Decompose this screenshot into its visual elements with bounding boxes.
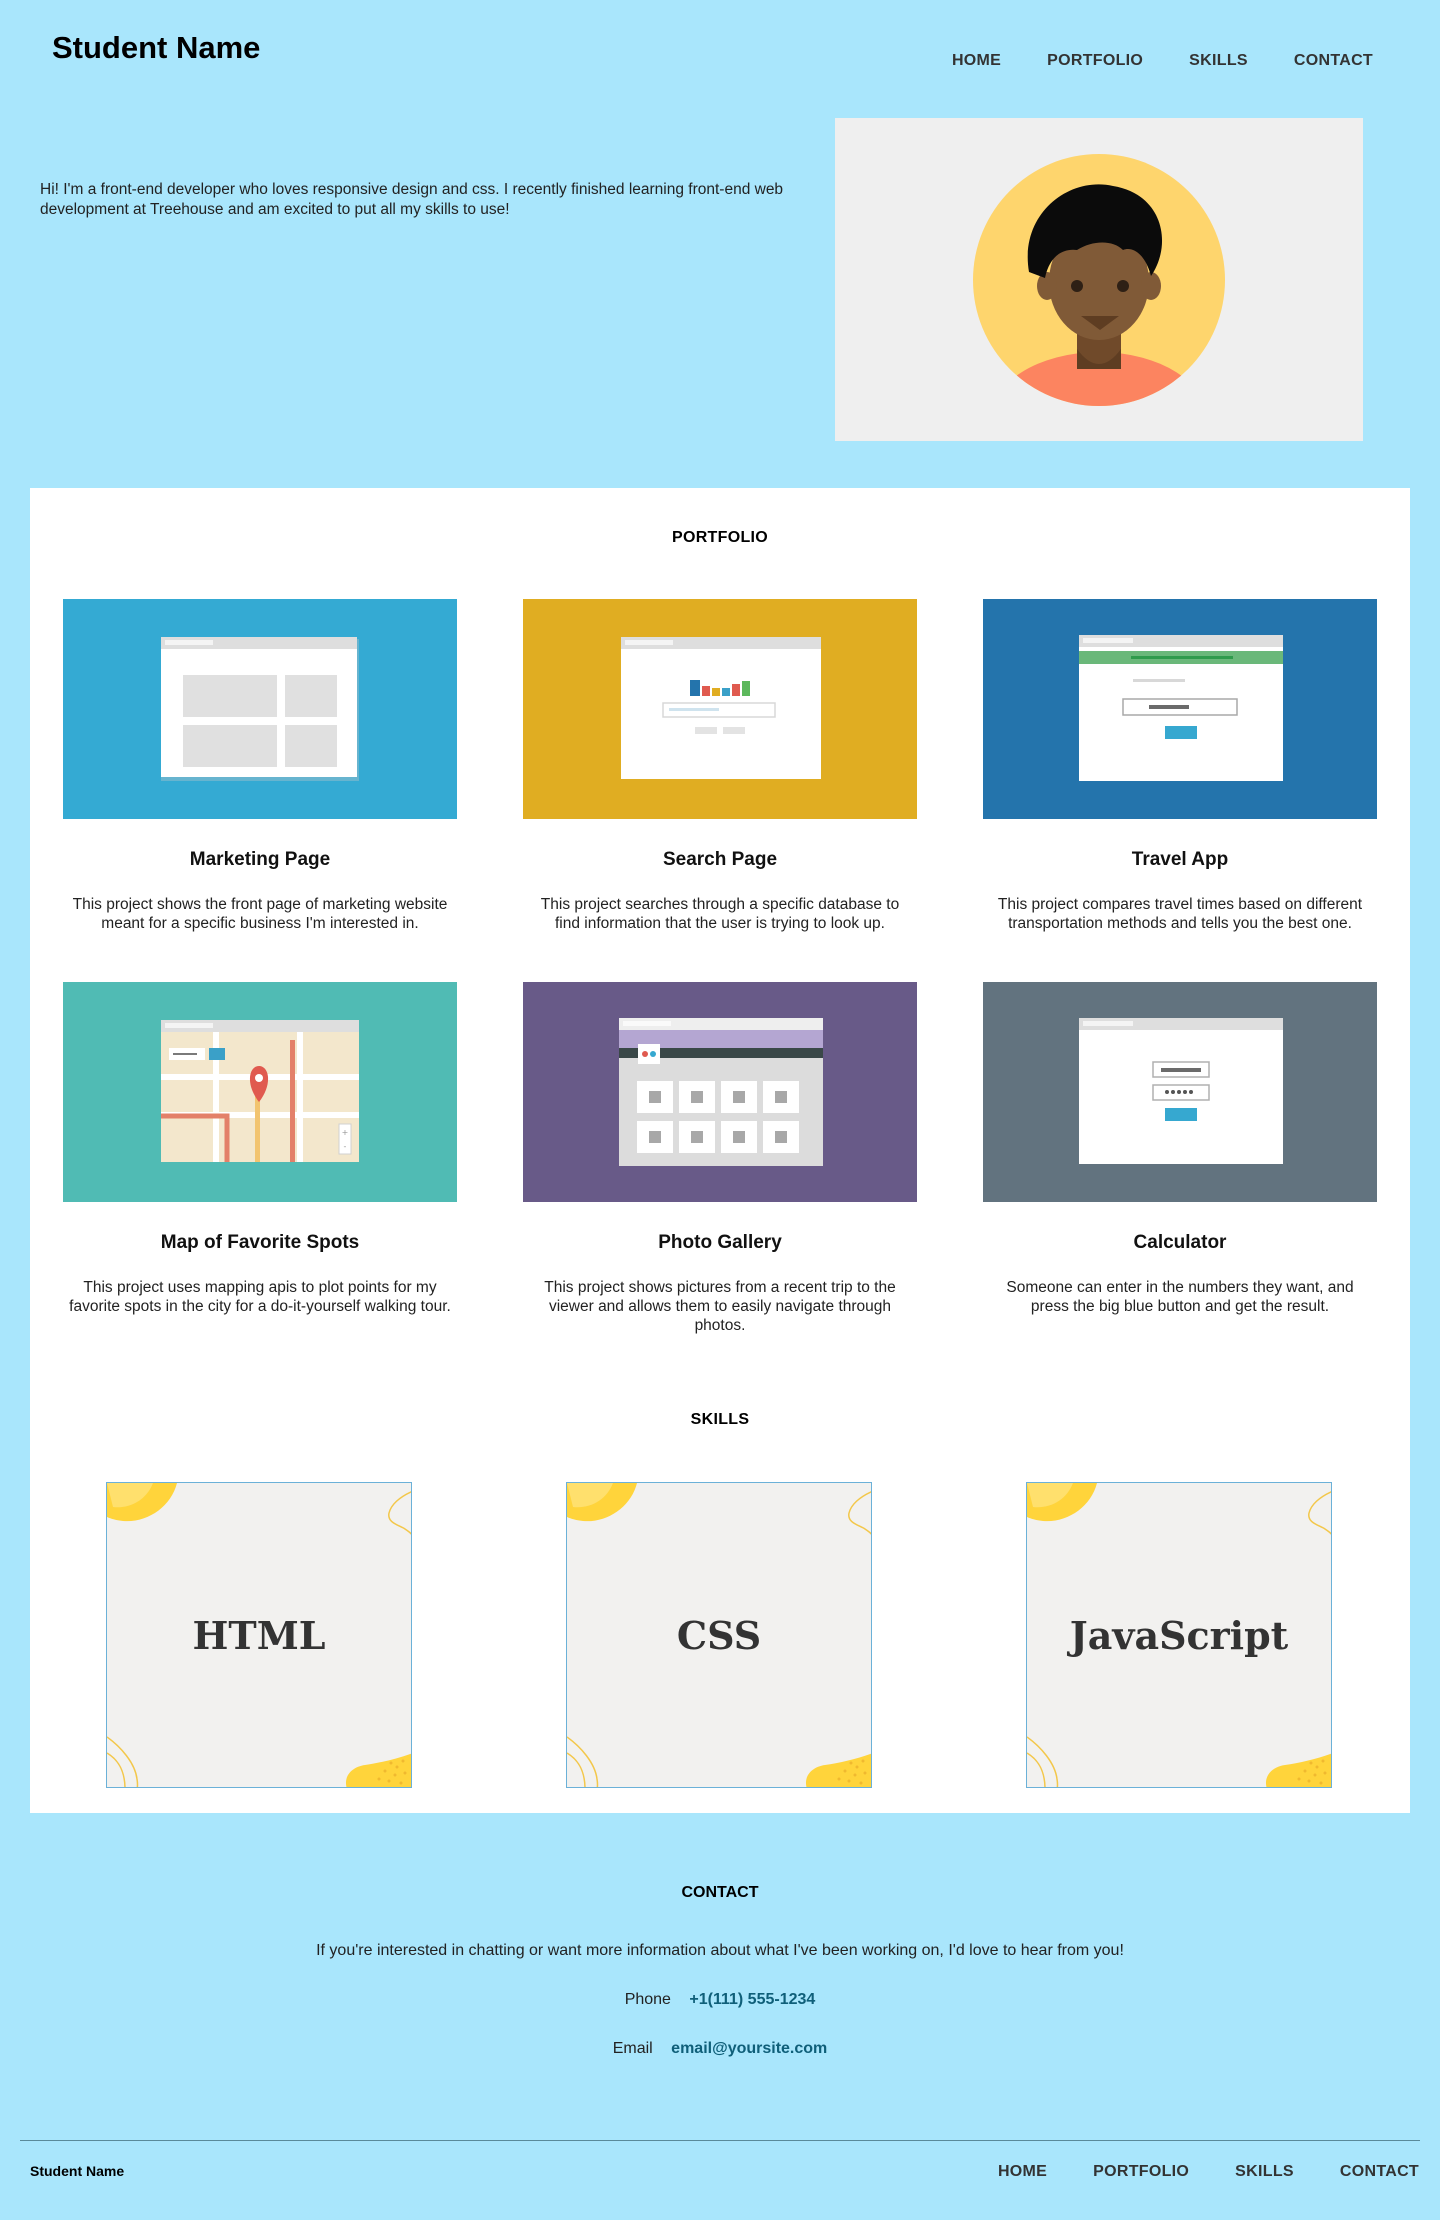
nav-portfolio-link[interactable]: PORTFOLIO — [1047, 52, 1143, 70]
project-card[interactable]: Travel App This project compares travel … — [983, 599, 1377, 933]
skill-label: HTML — [192, 1612, 326, 1658]
contact-text: If you're interested in chatting or want… — [316, 1942, 1124, 1959]
skill-label: CSS — [676, 1612, 762, 1658]
email-row: Email email@yoursite.com — [0, 2040, 1440, 2058]
photo-gallery-thumbnail[interactable] — [523, 982, 917, 1202]
footer-nav: HOME PORTFOLIO SKILLS CONTACT — [998, 2163, 1419, 2181]
project-card[interactable]: Photo Gallery This project shows picture… — [523, 982, 917, 1335]
project-title: Search Page — [662, 849, 778, 870]
intro-text: Hi! I'm a front-end developer who loves … — [40, 181, 784, 218]
contact-heading: CONTACT — [681, 1884, 759, 1901]
project-description: Someone can enter in the numbers they wa… — [1006, 1279, 1354, 1315]
avatar-illustration — [973, 154, 1225, 406]
project-description: This project shows pictures from a recen… — [544, 1279, 896, 1334]
profile-image-frame — [835, 118, 1363, 441]
project-title: Map of Favorite Spots — [160, 1232, 360, 1253]
nav-contact-link[interactable]: CONTACT — [1294, 52, 1373, 70]
nav-home-link[interactable]: HOME — [952, 52, 1001, 70]
project-description: This project shows the front page of mar… — [72, 896, 448, 932]
nav-skills-link[interactable]: SKILLS — [1189, 52, 1248, 70]
calculator-thumbnail[interactable] — [983, 982, 1377, 1202]
project-title: Travel App — [1131, 849, 1229, 870]
project-title: Photo Gallery — [658, 1232, 782, 1253]
phone-row: Phone +1(111) 555-1234 — [0, 1991, 1440, 2009]
skill-card-html: HTML — [106, 1482, 412, 1788]
project-description: This project uses mapping apis to plot p… — [69, 1279, 451, 1315]
phone-label: Phone — [624, 1991, 671, 2008]
project-card[interactable]: Calculator Someone can enter in the numb… — [983, 982, 1377, 1316]
email-link[interactable]: email@yoursite.com — [671, 2040, 827, 2057]
footer-divider — [20, 2140, 1420, 2141]
main-content-card: PORTFOLIO Marketing Page This project sh… — [30, 488, 1410, 1813]
svg-text:+: + — [342, 1128, 349, 1137]
skill-card-css: CSS — [566, 1482, 872, 1788]
site-title: Student Name — [52, 30, 261, 65]
top-nav: HOME PORTFOLIO SKILLS CONTACT — [952, 52, 1373, 70]
footer-contact-link[interactable]: CONTACT — [1340, 2163, 1419, 2181]
project-title: Marketing Page — [189, 849, 331, 870]
footer-site-name: Student Name — [30, 2163, 125, 2179]
email-label: Email — [612, 2040, 653, 2057]
phone-link[interactable]: +1(111) 555-1234 — [689, 1991, 815, 2008]
portfolio-heading: PORTFOLIO — [671, 529, 769, 546]
project-card[interactable]: Marketing Page This project shows the fr… — [63, 599, 457, 933]
project-description: This project searches through a specific… — [540, 896, 900, 932]
project-card[interactable]: Search Page This project searches throug… — [523, 599, 917, 933]
search-page-thumbnail[interactable] — [523, 599, 917, 819]
footer-portfolio-link[interactable]: PORTFOLIO — [1093, 2163, 1189, 2181]
project-title: Calculator — [1133, 1232, 1227, 1253]
map-thumbnail[interactable]: + - — [63, 982, 457, 1202]
project-card[interactable]: + - Map of Favorite Spots This project u… — [63, 982, 457, 1316]
skill-card-javascript: JavaScript — [1026, 1482, 1332, 1788]
skills-heading: SKILLS — [690, 1411, 750, 1428]
svg-text:-: - — [344, 1142, 347, 1151]
marketing-page-thumbnail[interactable] — [63, 599, 457, 819]
footer-skills-link[interactable]: SKILLS — [1235, 2163, 1294, 2181]
travel-app-thumbnail[interactable] — [983, 599, 1377, 819]
footer-home-link[interactable]: HOME — [998, 2163, 1047, 2181]
project-description: This project compares travel times based… — [997, 896, 1363, 932]
skill-label: JavaScript — [1069, 1612, 1289, 1658]
